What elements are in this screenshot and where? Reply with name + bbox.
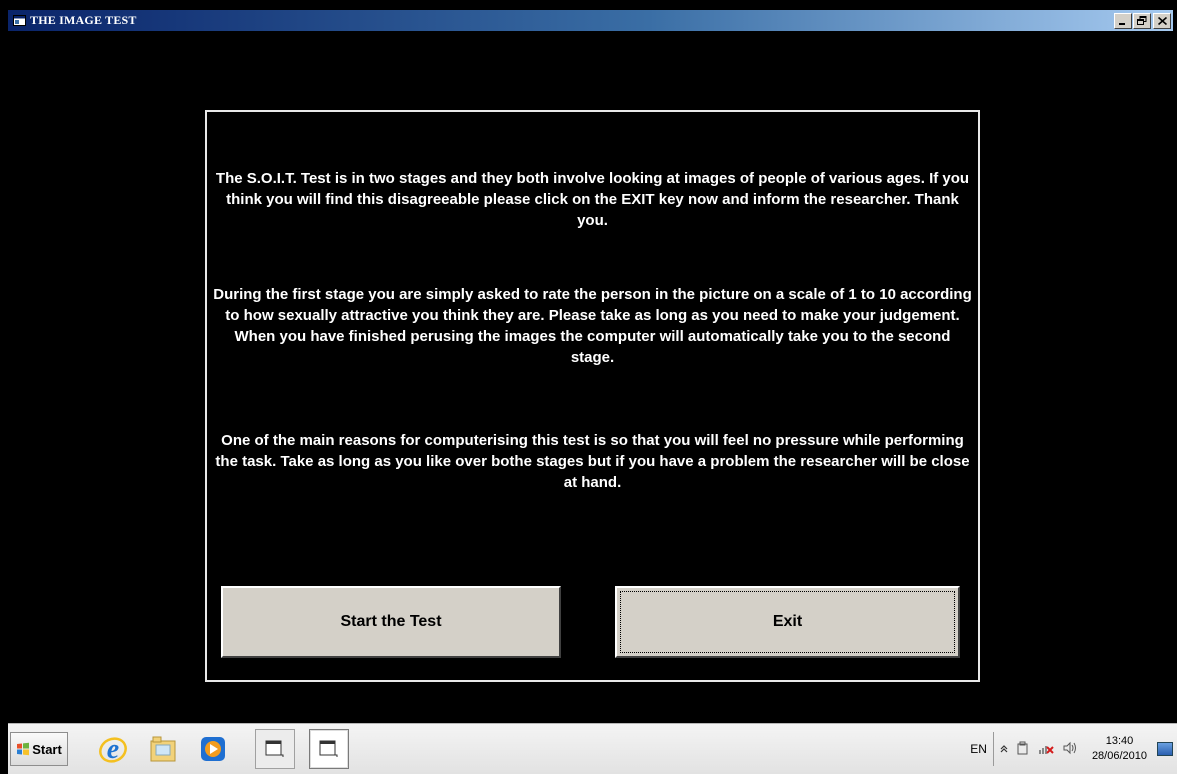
window-icon <box>319 740 338 757</box>
internet-explorer-icon[interactable]: e <box>94 730 132 768</box>
instruction-paragraph-1: The S.O.I.T. Test is in two stages and t… <box>215 170 970 229</box>
file-explorer-icon[interactable] <box>144 730 182 768</box>
instructions-panel: The S.O.I.T. Test is in two stages and t… <box>205 110 980 682</box>
close-button[interactable] <box>1153 12 1171 29</box>
clock-time: 13:40 <box>1105 735 1134 747</box>
language-indicator[interactable]: EN <box>970 742 987 756</box>
instruction-paragraph-2: During the first stage you are simply as… <box>213 286 972 366</box>
tray-separator <box>992 732 994 766</box>
network-disconnected-icon[interactable] <box>1038 741 1054 758</box>
window-titlebar[interactable]: THE IMAGE TEST <box>8 10 1173 31</box>
taskbar-window-button-1[interactable] <box>255 729 295 769</box>
window-title: THE IMAGE TEST <box>30 13 137 27</box>
restore-icon <box>1137 16 1147 25</box>
device-icon[interactable] <box>1016 741 1030 758</box>
taskbar: Start e EN 13:40 28/06/2010 <box>8 723 1177 774</box>
clock-date: 28/06/2010 <box>1091 750 1147 762</box>
media-player-icon[interactable] <box>194 730 232 768</box>
windows-logo-icon <box>17 742 30 756</box>
window-icon <box>265 740 284 757</box>
system-tray: EN 13:40 28/06/2010 <box>970 724 1173 774</box>
show-desktop-button[interactable] <box>1157 742 1173 756</box>
restore-button[interactable] <box>1133 12 1151 29</box>
start-test-label: Start the Test <box>340 613 442 630</box>
start-menu-button[interactable]: Start <box>10 732 68 766</box>
taskbar-window-button-2[interactable] <box>309 729 349 769</box>
show-hidden-icons-icon[interactable] <box>1000 742 1008 757</box>
app-icon[interactable] <box>12 15 26 27</box>
start-test-button[interactable]: Start the Test <box>221 586 561 658</box>
clock[interactable]: 13:40 28/06/2010 <box>1092 734 1147 764</box>
start-label: Start <box>32 741 62 757</box>
minimize-icon <box>1119 22 1125 25</box>
window-client-area: The S.O.I.T. Test is in two stages and t… <box>8 31 1173 721</box>
exit-label: Exit <box>772 613 803 630</box>
exit-button[interactable]: Exit <box>615 586 960 658</box>
minimize-button[interactable] <box>1114 12 1132 29</box>
svg-text:e: e <box>107 734 119 765</box>
volume-icon[interactable] <box>1062 741 1078 758</box>
close-icon <box>1157 16 1167 25</box>
instruction-paragraph-3: One of the main reasons for computerisin… <box>215 432 970 491</box>
